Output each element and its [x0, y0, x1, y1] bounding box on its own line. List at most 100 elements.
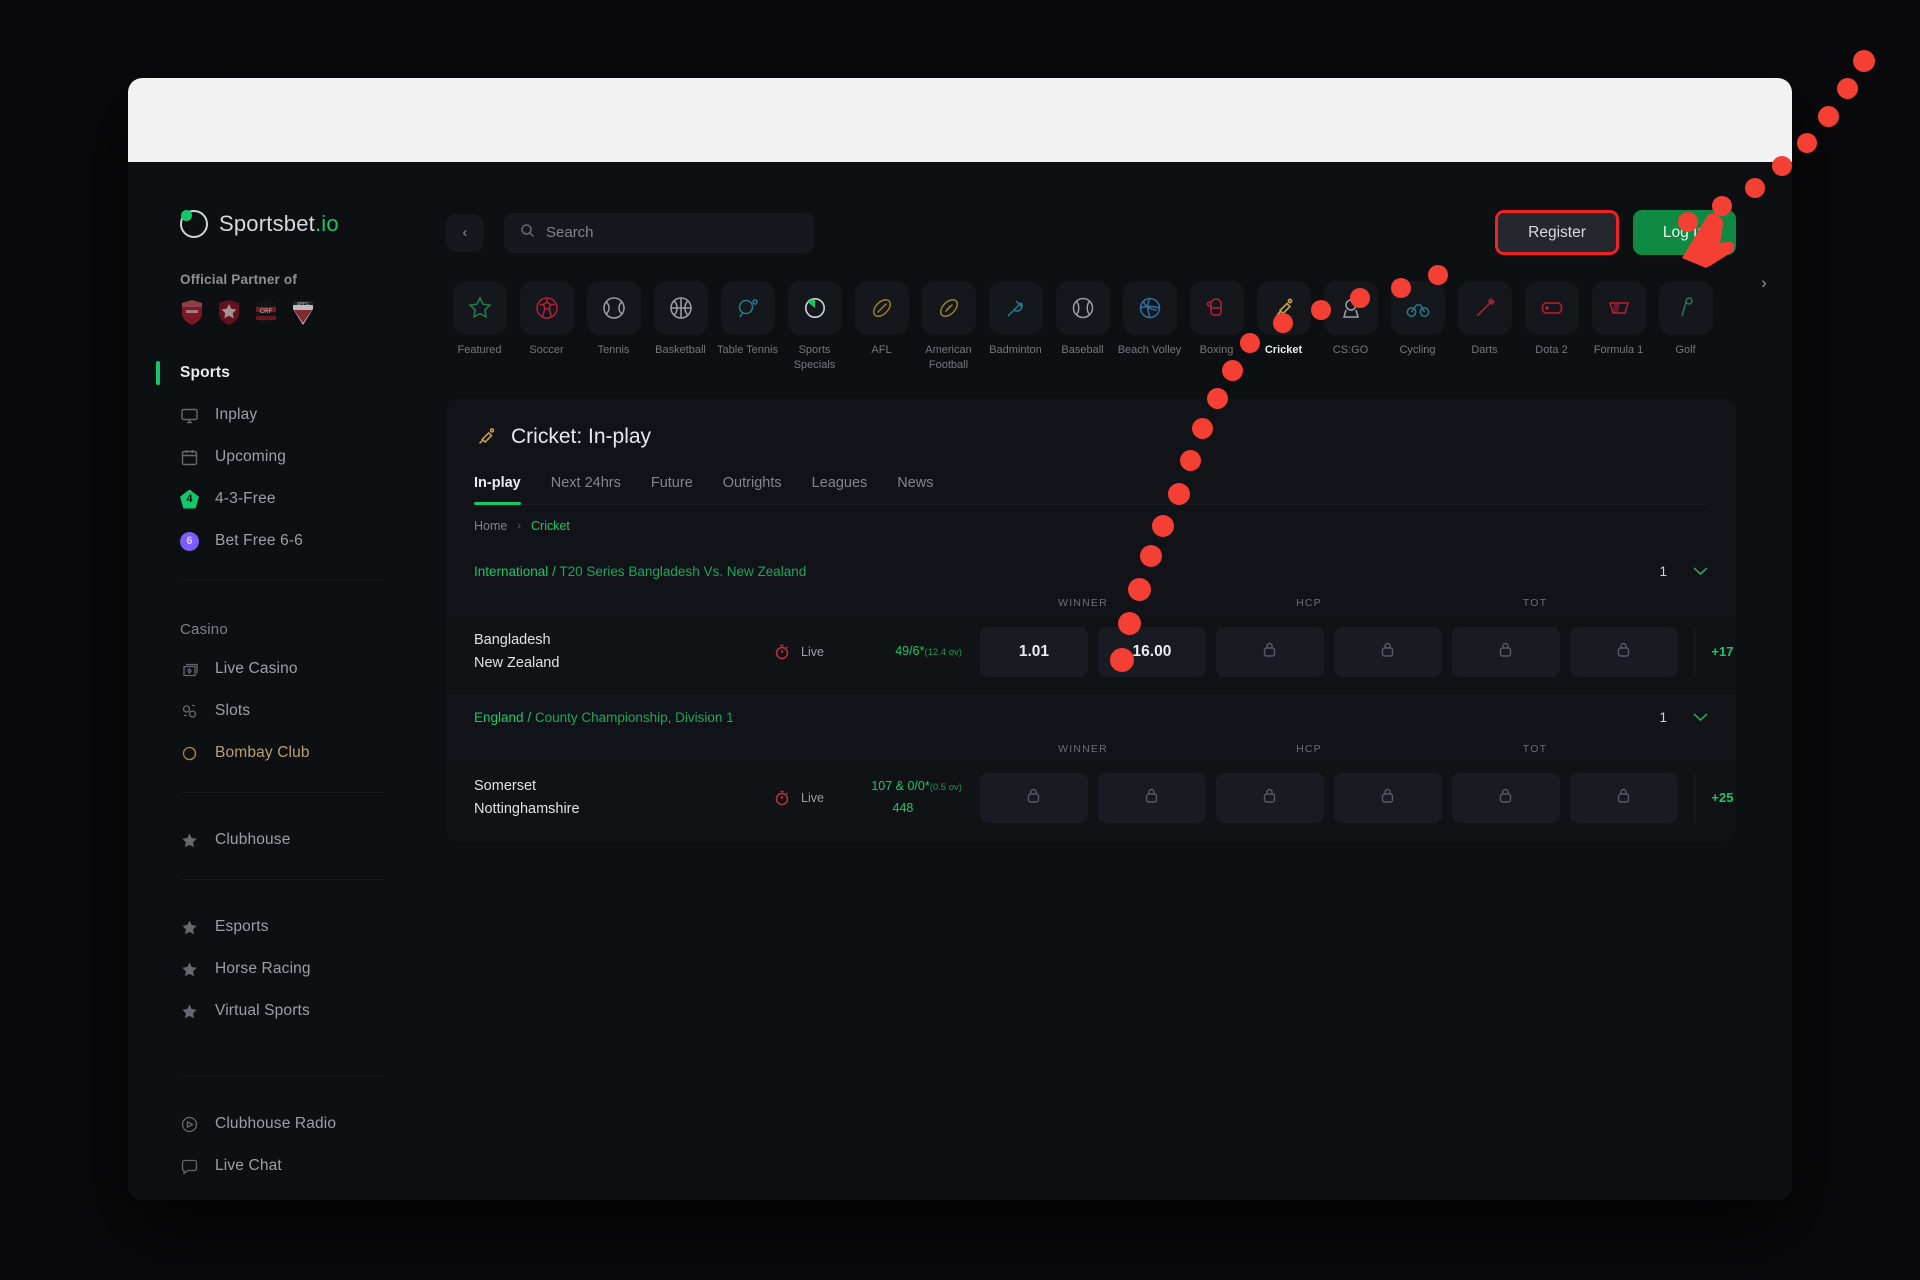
league-slash: / — [552, 563, 556, 579]
tab-news[interactable]: News — [897, 475, 933, 504]
odd-locked[interactable] — [1569, 772, 1678, 823]
tab-future[interactable]: Future — [651, 475, 693, 504]
sport-sports-specials[interactable]: Sports Specials — [781, 281, 848, 373]
sidebar-item-sports[interactable]: Sports — [128, 352, 424, 394]
odd-locked[interactable] — [1451, 772, 1560, 823]
sidebar-item-live-casino[interactable]: Live Casino — [128, 648, 424, 690]
sidebar-item-label: Upcoming — [215, 448, 286, 465]
sidebar-item-bet-free-6-6[interactable]: 6 Bet Free 6-6 — [128, 520, 424, 562]
league-count: 1 — [1659, 563, 1667, 579]
odd-locked[interactable] — [1333, 626, 1442, 677]
cycling-icon — [1390, 281, 1445, 335]
chevron-down-icon[interactable] — [1693, 564, 1708, 579]
team-home: Bangladesh — [474, 632, 551, 649]
sidebar-sports-group: Sports Inplay Upcoming 4 4-3-Free 6 Bet … — [128, 352, 424, 562]
sidebar-item-clubhouse-radio[interactable]: Clubhouse Radio — [128, 1103, 424, 1145]
sport-tennis[interactable]: Tennis — [580, 281, 647, 358]
sidebar-item-clubhouse[interactable]: Clubhouse — [128, 819, 424, 861]
stopwatch-icon — [774, 644, 790, 660]
topbar: ‹ Search Register Log In — [424, 184, 1792, 255]
page-title-text: Cricket: In-play — [511, 424, 652, 448]
more-markets-button[interactable]: +25 — [1693, 772, 1736, 823]
sport-badminton[interactable]: Badminton — [982, 281, 1049, 358]
sport-boxing[interactable]: Boxing — [1183, 281, 1250, 358]
sidebar-item-slots[interactable]: Slots — [128, 690, 424, 732]
sidebar-item-label: Sports — [180, 364, 230, 381]
sidebar-item-label: 4-3-Free — [215, 490, 276, 507]
sport-dota2[interactable]: Dota 2 — [1518, 281, 1585, 358]
sport-label: Featured — [457, 344, 502, 356]
sidebar-item-upcoming[interactable]: Upcoming — [128, 436, 424, 478]
sidebar-item-virtual-sports[interactable]: Virtual Sports — [128, 990, 424, 1032]
back-button[interactable]: ‹ — [446, 213, 484, 252]
sport-beach-volley[interactable]: Beach Volley — [1116, 281, 1183, 358]
slot-icon — [180, 702, 199, 721]
live-status: Live — [774, 644, 844, 660]
tab-next-24hrs[interactable]: Next 24hrs — [551, 475, 621, 504]
sport-golf[interactable]: Golf — [1652, 281, 1719, 358]
sport-table-tennis[interactable]: Table Tennis — [714, 281, 781, 358]
sport-label: AFL — [871, 344, 892, 356]
odd-locked[interactable] — [1451, 626, 1560, 677]
sport-cricket[interactable]: Cricket — [1250, 281, 1317, 358]
lock-icon — [1026, 787, 1041, 809]
sidebar-item-esports[interactable]: Esports — [128, 906, 424, 948]
sport-soccer[interactable]: Soccer — [513, 281, 580, 358]
cricket-bat-icon — [1256, 281, 1311, 335]
odd-locked[interactable] — [979, 772, 1088, 823]
tab-outrights[interactable]: Outrights — [723, 475, 782, 504]
more-markets-button[interactable]: +17 — [1693, 626, 1736, 677]
sport-csgo[interactable]: CS:GO — [1317, 281, 1384, 358]
league-name[interactable]: International / T20 Series Bangladesh Vs… — [474, 564, 806, 579]
tab-leagues[interactable]: Leagues — [812, 475, 868, 504]
league-name[interactable]: England / County Championship, Division … — [474, 710, 734, 725]
table-row[interactable]: Bangladesh New Zealand Live 49/6*(12.4 o… — [446, 616, 1736, 695]
odd-locked[interactable] — [1097, 772, 1206, 823]
odd-locked[interactable] — [1569, 626, 1678, 677]
sidebar-item-horse-racing[interactable]: Horse Racing — [128, 948, 424, 990]
sport-formula1[interactable]: Formula 1 — [1585, 281, 1652, 358]
sport-featured[interactable]: Featured — [446, 281, 513, 358]
monitor-icon — [180, 406, 199, 425]
odd-locked[interactable] — [1215, 626, 1324, 677]
odd-button[interactable]: 1.01 — [979, 626, 1088, 677]
table-row[interactable]: Somerset Nottinghamshire Live 107 & 0/0*… — [446, 762, 1736, 841]
beach-volley-icon — [1122, 281, 1177, 335]
brand-logo[interactable]: Sportsbet.io — [128, 184, 424, 238]
sidebar-item-inplay[interactable]: Inplay — [128, 394, 424, 436]
sport-baseball[interactable]: Baseball — [1049, 281, 1116, 358]
column-header-hcp: HCP — [1296, 742, 1322, 755]
formula1-icon — [1591, 281, 1646, 335]
sport-basketball[interactable]: Basketball — [647, 281, 714, 358]
american-football-icon — [921, 281, 976, 335]
odd-locked[interactable] — [1333, 772, 1442, 823]
sidebar-item-live-chat[interactable]: Live Chat — [128, 1145, 424, 1187]
sport-cycling[interactable]: Cycling — [1384, 281, 1451, 358]
live-label: Live — [801, 790, 824, 805]
login-button[interactable]: Log In — [1632, 210, 1736, 255]
sport-darts[interactable]: Darts — [1451, 281, 1518, 358]
badge-6-icon: 6 — [180, 531, 199, 551]
league-row[interactable]: International / T20 Series Bangladesh Vs… — [446, 548, 1736, 593]
score-overs: (12.4 ov) — [924, 647, 962, 659]
card-header: Cricket: In-play In-play Next 24hrs Futu… — [446, 399, 1736, 505]
league-row[interactable]: England / County Championship, Division … — [446, 694, 1736, 739]
register-button[interactable]: Register — [1495, 210, 1619, 255]
match-score: 107 & 0/0*(0.5 ov) 448 — [844, 776, 962, 819]
sport-american-football[interactable]: American Football — [915, 281, 982, 373]
trail-dot — [1853, 50, 1875, 72]
search-input[interactable]: Search — [504, 212, 814, 253]
odd-locked[interactable] — [1215, 772, 1324, 823]
arsenal-crest-icon — [180, 299, 204, 326]
strip-next-button[interactable]: › — [1752, 271, 1776, 295]
tab-in-play[interactable]: In-play — [474, 475, 521, 505]
breadcrumb-home[interactable]: Home — [474, 519, 507, 533]
odd-button[interactable]: 16.00 — [1097, 626, 1206, 677]
official-partner-block: Official Partner of CRF SPFC — [128, 238, 424, 326]
chevron-down-icon[interactable] — [1693, 710, 1708, 725]
soccer-ball-icon — [519, 281, 574, 335]
sidebar-item-bombay-club[interactable]: Bombay Club — [128, 732, 424, 774]
sport-afl[interactable]: AFL — [848, 281, 915, 358]
sidebar-item-4-3-free[interactable]: 4 4-3-Free — [128, 478, 424, 520]
breadcrumb: Home › Cricket — [446, 505, 1736, 549]
